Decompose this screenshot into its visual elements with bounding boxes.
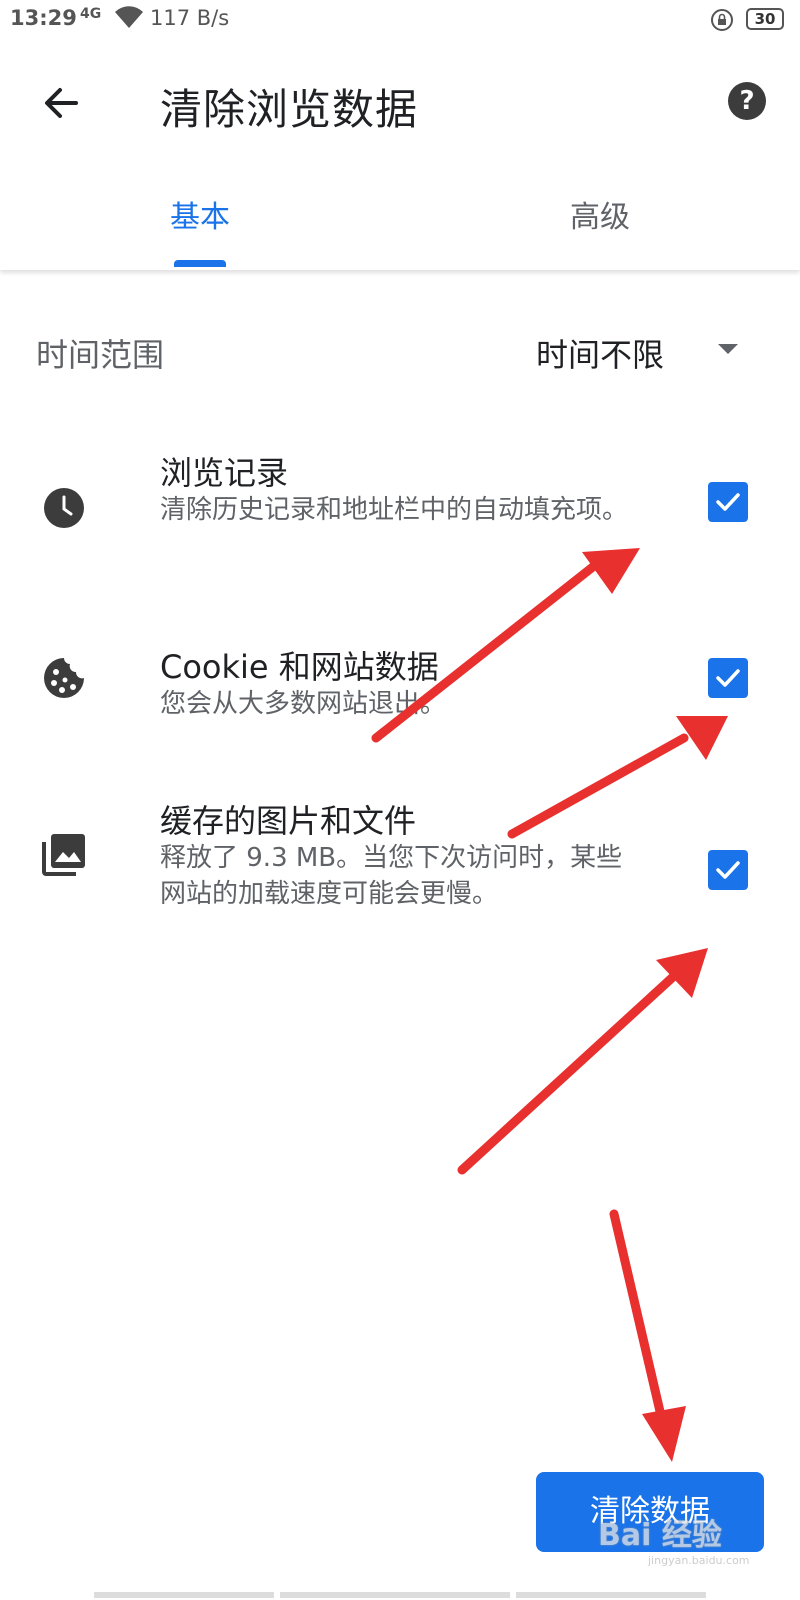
time-range-dropdown[interactable]: 时间不限 (536, 326, 746, 376)
cookie-icon (40, 654, 88, 702)
status-time: 13:29 (10, 6, 77, 30)
tab-basic[interactable]: 基本 (170, 192, 230, 236)
option-title: 缓存的图片和文件 (160, 802, 417, 840)
checkmark-icon (716, 669, 740, 687)
battery-level: 30 (746, 8, 784, 30)
checkmark-icon (716, 493, 740, 511)
wifi-icon (114, 4, 144, 34)
cached-images-checkbox[interactable] (708, 850, 748, 890)
option-description: 清除历史记录和地址栏中的自动填充项。 (160, 495, 629, 525)
browsing-history-checkbox[interactable] (708, 482, 748, 522)
system-nav-bar (94, 1592, 706, 1598)
option-description: 释放了 9.3 MB。当您下次访问时，某些网站的加载速度可能会更慢。 (160, 843, 623, 909)
option-title: Cookie 和网站数据 (160, 648, 439, 686)
back-button[interactable] (36, 78, 86, 128)
option-browsing-history[interactable]: 浏览记录 清除历史记录和地址栏中的自动填充项。 (0, 448, 800, 568)
nav-segment (280, 1592, 510, 1598)
tab-advanced[interactable]: 高级 (570, 192, 630, 236)
cookies-checkbox[interactable] (708, 658, 748, 698)
annotation-arrow (609, 1209, 686, 1462)
nav-segment (516, 1592, 706, 1598)
nav-segment (94, 1592, 274, 1598)
option-cookies[interactable]: Cookie 和网站数据 您会从大多数网站退出。 (0, 642, 800, 732)
rotation-lock-icon (710, 8, 734, 36)
time-range-value: 时间不限 (536, 336, 665, 374)
network-type: 4G (80, 6, 102, 22)
watermark-url: jingyan.baidu.com (648, 1554, 750, 1567)
network-speed: 117 B/s (150, 6, 230, 30)
option-description: 您会从大多数网站退出。 (160, 689, 447, 719)
baidu-watermark: Bai 经验 jingyan.baidu.com (598, 1506, 778, 1576)
help-icon: ? (739, 86, 755, 116)
image-library-icon (40, 830, 88, 878)
checkmark-icon (716, 861, 740, 879)
page-title: 清除浏览数据 (160, 85, 419, 134)
option-cached-images[interactable]: 缓存的图片和文件 释放了 9.3 MB。当您下次访问时，某些网站的加载速度可能会… (0, 796, 800, 926)
arrow-back-icon (45, 88, 78, 118)
clock-icon (40, 484, 88, 532)
app-bar: 清除浏览数据 ? 基本 高级 (0, 40, 800, 270)
time-range-label: 时间范围 (36, 336, 165, 374)
option-title: 浏览记录 (160, 454, 289, 492)
watermark-brand: Bai 经验 (598, 1518, 722, 1553)
chevron-down-icon (718, 344, 738, 354)
annotation-arrow (457, 948, 708, 1175)
active-tab-indicator (174, 260, 226, 267)
help-button[interactable]: ? (728, 82, 766, 120)
status-bar: 13:29 4G 117 B/s 30 (0, 0, 800, 40)
